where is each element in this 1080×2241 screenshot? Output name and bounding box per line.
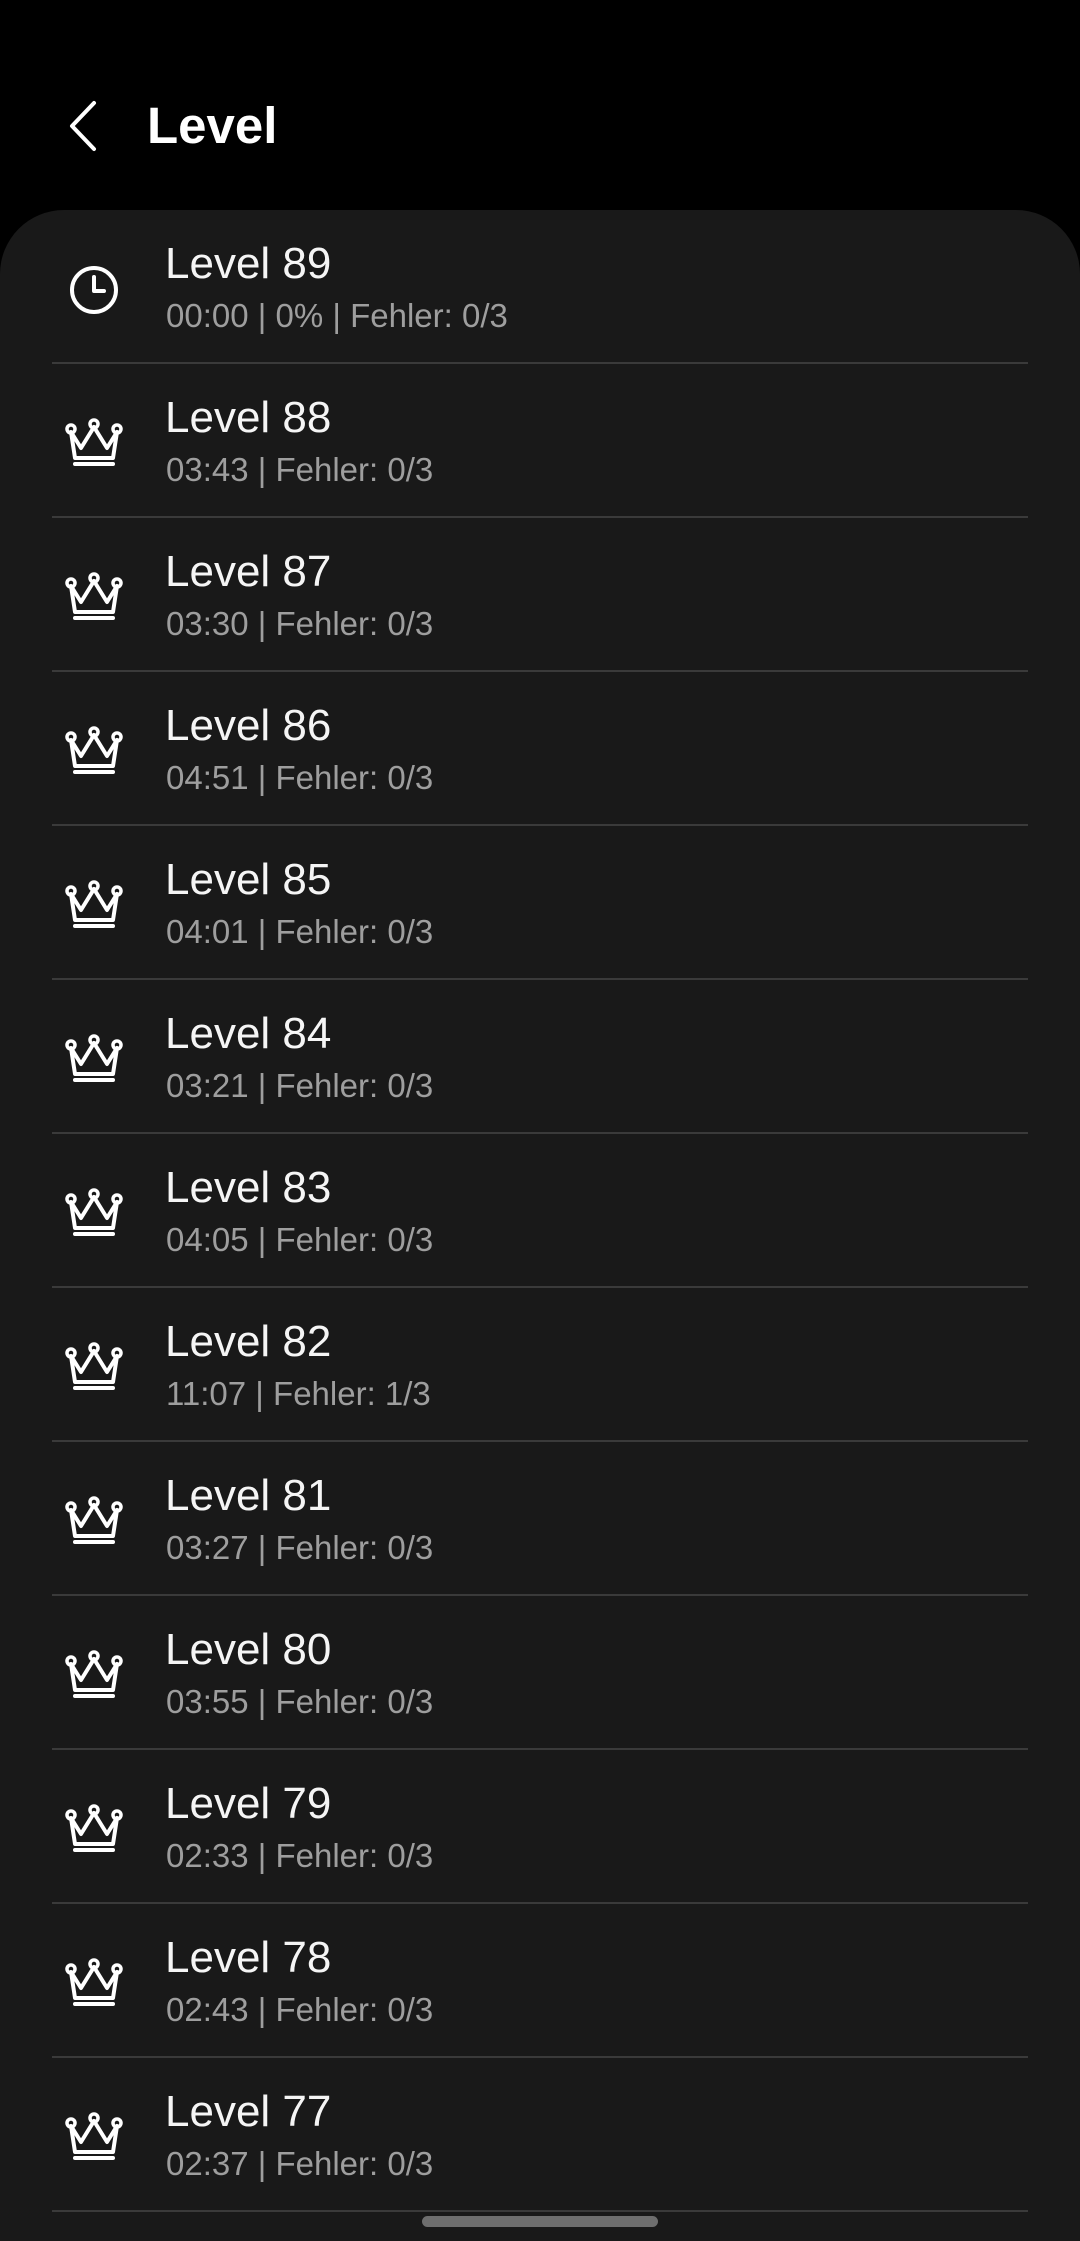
level-list-item[interactable]: Level 85 04:01 | Fehler: 0/3 <box>0 826 1080 980</box>
row-icon <box>62 566 126 630</box>
level-stats: 03:30 | Fehler: 0/3 <box>166 605 434 642</box>
home-indicator[interactable] <box>422 2216 658 2227</box>
level-title: Level 81 <box>165 1471 332 1520</box>
level-list-card: Level 89 00:00 | 0% | Fehler: 0/3 Level … <box>0 210 1080 2241</box>
level-list-item[interactable]: Level 81 03:27 | Fehler: 0/3 <box>0 1442 1080 1596</box>
level-title: Level 85 <box>165 855 332 904</box>
row-icon <box>62 412 126 476</box>
level-list-item[interactable]: Level 77 02:37 | Fehler: 0/3 <box>0 2058 1080 2212</box>
level-title: Level 82 <box>165 1317 332 1366</box>
level-stats: 00:00 | 0% | Fehler: 0/3 <box>166 297 508 334</box>
level-list-item[interactable]: Level 87 03:30 | Fehler: 0/3 <box>0 518 1080 672</box>
level-title: Level 88 <box>165 393 332 442</box>
level-title: Level 80 <box>165 1625 332 1674</box>
level-stats: 03:27 | Fehler: 0/3 <box>166 1529 434 1566</box>
chevron-left-icon <box>70 101 96 151</box>
row-icon <box>62 1336 126 1400</box>
level-title: Level 78 <box>165 1933 332 1982</box>
level-title: Level 89 <box>165 239 332 288</box>
crown-icon <box>65 2112 123 2160</box>
level-list-item[interactable]: Level 88 03:43 | Fehler: 0/3 <box>0 364 1080 518</box>
row-icon <box>62 1644 126 1708</box>
crown-icon <box>65 1804 123 1852</box>
level-title: Level 79 <box>165 1779 332 1828</box>
level-stats: 03:21 | Fehler: 0/3 <box>166 1067 434 1104</box>
level-stats: 02:43 | Fehler: 0/3 <box>166 1991 434 2028</box>
row-icon <box>62 1182 126 1246</box>
level-stats: 04:01 | Fehler: 0/3 <box>166 913 434 950</box>
level-stats: 11:07 | Fehler: 1/3 <box>166 1375 431 1412</box>
row-icon <box>62 258 126 322</box>
clock-icon <box>70 266 118 314</box>
row-icon <box>62 1490 126 1554</box>
crown-icon <box>65 1188 123 1236</box>
level-list-item[interactable]: Level 83 04:05 | Fehler: 0/3 <box>0 1134 1080 1288</box>
level-stats: 02:33 | Fehler: 0/3 <box>166 1837 434 1874</box>
row-icon <box>62 874 126 938</box>
crown-icon <box>65 726 123 774</box>
level-title: Level 83 <box>165 1163 332 1212</box>
level-stats: 04:51 | Fehler: 0/3 <box>166 759 434 796</box>
divider <box>52 2210 1028 2212</box>
crown-icon <box>65 1650 123 1698</box>
level-title: Level 77 <box>165 2087 332 2136</box>
crown-icon <box>65 1342 123 1390</box>
row-icon <box>62 720 126 784</box>
level-list-item[interactable]: Level 82 11:07 | Fehler: 1/3 <box>0 1288 1080 1442</box>
app-bar: Level <box>0 0 1080 210</box>
page-title: Level <box>147 97 278 154</box>
level-stats: 04:05 | Fehler: 0/3 <box>166 1221 434 1258</box>
crown-icon <box>65 880 123 928</box>
crown-icon <box>65 1034 123 1082</box>
level-list-item[interactable]: Level 89 00:00 | 0% | Fehler: 0/3 <box>0 210 1080 364</box>
level-title: Level 87 <box>165 547 332 596</box>
crown-icon <box>65 1496 123 1544</box>
screen: Level Level 89 00:00 | 0% | Fehler: 0/3 … <box>0 0 1080 2241</box>
level-list-item[interactable]: Level 86 04:51 | Fehler: 0/3 <box>0 672 1080 826</box>
row-icon <box>62 1798 126 1862</box>
level-list-item[interactable]: Level 78 02:43 | Fehler: 0/3 <box>0 1904 1080 2058</box>
row-icon <box>62 2106 126 2170</box>
row-icon <box>62 1028 126 1092</box>
level-list-item[interactable]: Level 84 03:21 | Fehler: 0/3 <box>0 980 1080 1134</box>
level-title: Level 86 <box>165 701 332 750</box>
level-list-item[interactable]: Level 80 03:55 | Fehler: 0/3 <box>0 1596 1080 1750</box>
level-stats: 02:37 | Fehler: 0/3 <box>166 2145 434 2182</box>
level-list: Level 89 00:00 | 0% | Fehler: 0/3 Level … <box>0 210 1080 2212</box>
crown-icon <box>65 1958 123 2006</box>
level-list-item[interactable]: Level 79 02:33 | Fehler: 0/3 <box>0 1750 1080 1904</box>
crown-icon <box>65 572 123 620</box>
level-stats: 03:55 | Fehler: 0/3 <box>166 1683 434 1720</box>
crown-icon <box>65 418 123 466</box>
row-icon <box>62 1952 126 2016</box>
level-title: Level 84 <box>165 1009 332 1058</box>
level-stats: 03:43 | Fehler: 0/3 <box>166 451 434 488</box>
back-button[interactable] <box>52 90 116 162</box>
